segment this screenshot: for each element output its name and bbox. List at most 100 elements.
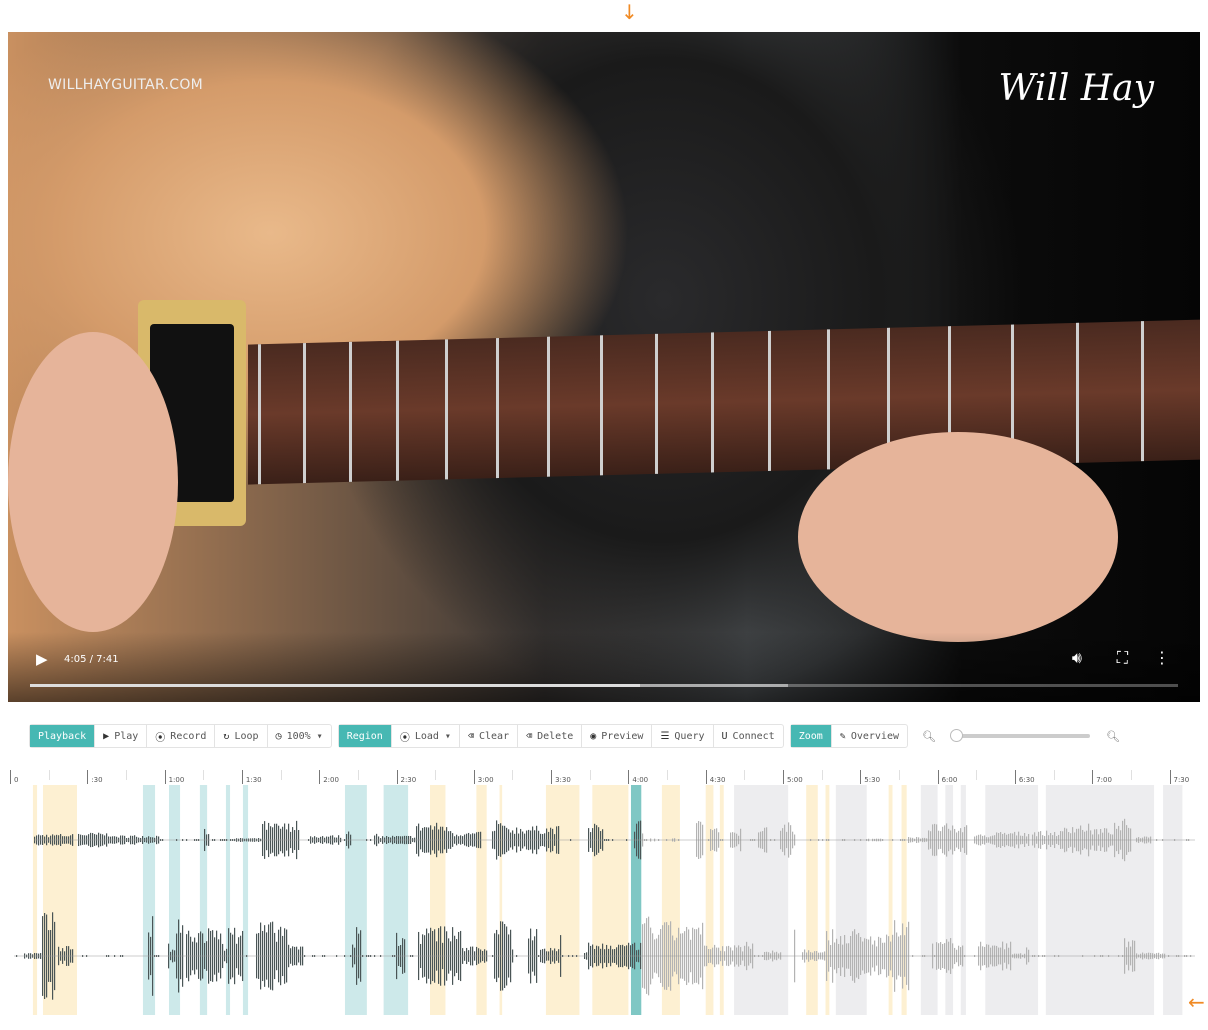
video-progress-bar[interactable]: [30, 684, 1178, 687]
playback-mode-button[interactable]: Playback: [30, 725, 96, 747]
time-tick: 1:30: [241, 770, 262, 784]
loop-button[interactable]: ↻ Loop: [215, 725, 268, 747]
time-tick: 6:00: [937, 770, 957, 784]
load-button[interactable]: ⦿ Load ▾: [392, 725, 460, 747]
delete-button[interactable]: ⌫ Delete: [518, 725, 583, 747]
region-mode-button[interactable]: Region: [338, 725, 392, 747]
video-time: 4:05 / 7:41: [64, 654, 119, 665]
fret: [654, 333, 658, 474]
region-gray[interactable]: [985, 785, 1039, 1015]
time-tick: 1:00: [164, 770, 184, 784]
time-tick: 4:00: [628, 770, 648, 784]
region-yellow[interactable]: [888, 785, 893, 1015]
preview-button[interactable]: ◉ Preview: [582, 725, 653, 747]
region-teal[interactable]: [242, 785, 249, 1015]
magnet-icon: U: [721, 730, 728, 742]
region-yellow[interactable]: [32, 785, 38, 1015]
volume-icon[interactable]: 🔊︎: [1072, 648, 1082, 668]
minor-tick: [512, 770, 514, 780]
overview-button[interactable]: ✎ Overview: [832, 725, 907, 747]
region-gray[interactable]: [960, 785, 966, 1015]
zoom-group: Zoom ✎ Overview: [789, 724, 908, 748]
play-button[interactable]: ▶ Play: [95, 725, 148, 747]
region-gray[interactable]: [920, 785, 938, 1015]
timeline[interactable]: 0:30 1:00 1:30 2:00 2:30 3:00 3:30 4:00 4:30 5:00…: [0, 765, 1208, 1025]
region-teal[interactable]: [142, 785, 156, 1015]
button-label: Overview: [850, 730, 899, 742]
region-gray[interactable]: [1045, 785, 1155, 1015]
minor-tick: [667, 770, 669, 780]
time-tick: 5:00: [783, 770, 803, 784]
marker-arrow-down-icon: ↓: [621, 0, 638, 24]
minor-tick: [898, 770, 900, 780]
waveform[interactable]: [0, 785, 1208, 1015]
region-yellow[interactable]: [806, 785, 818, 1015]
video-player[interactable]: WILLHAYGUITAR.COM Will Hay ▶ 4:05 / 7:41…: [8, 32, 1200, 702]
logo: Will Hay: [998, 68, 1154, 109]
fret: [826, 329, 830, 470]
zoom-out-icon[interactable]: 🔍︎: [922, 730, 936, 743]
fret: [768, 330, 771, 471]
button-label: Play: [114, 730, 139, 742]
zoom-slider[interactable]: [949, 729, 1090, 742]
fretting-hand: [798, 432, 1118, 642]
video-controls: ▶ 4:05 / 7:41 🔊︎ ⛶ ⋮: [8, 632, 1200, 702]
minor-tick: [1130, 770, 1132, 780]
connect-button[interactable]: U Connect: [714, 725, 783, 747]
zoom-mode-button[interactable]: Zoom: [790, 725, 832, 747]
record-button[interactable]: ⦿ Record: [147, 725, 216, 747]
region-yellow[interactable]: [719, 785, 724, 1015]
clear-icon: ⌫: [467, 730, 474, 742]
region-yellow[interactable]: [705, 785, 714, 1015]
minor-tick: [821, 770, 823, 780]
time-tick: :30: [87, 770, 103, 784]
time-tick: 0: [10, 770, 18, 784]
time-tick: 3:00: [473, 770, 494, 784]
clock-icon: ◷: [275, 730, 282, 742]
region-teal[interactable]: [344, 785, 367, 1015]
region-gray[interactable]: [835, 785, 867, 1015]
fullscreen-icon[interactable]: ⛶: [1117, 648, 1128, 668]
minor-tick: [203, 770, 205, 780]
region-gray[interactable]: [945, 785, 954, 1015]
region-yellow[interactable]: [592, 785, 629, 1015]
region-yellow[interactable]: [476, 785, 487, 1015]
played-bar: [30, 684, 641, 687]
fret: [547, 336, 551, 477]
time-tick: 6:30: [1014, 770, 1035, 784]
time-tick: 4:30: [705, 770, 725, 784]
zoom-slider-knob[interactable]: [949, 729, 963, 742]
query-icon: ☰: [660, 730, 670, 742]
speed-dropdown[interactable]: ◷ 100% ▾: [268, 725, 331, 747]
region-group: Region ⦿ Load ▾ ⌫ Clear ⌫ Delete ◉ Preview ☰ Query…: [337, 724, 784, 748]
region-teal[interactable]: [225, 785, 231, 1015]
clear-button[interactable]: ⌫ Clear: [460, 725, 519, 747]
button-label: Clear: [478, 730, 510, 742]
region-gray[interactable]: [734, 785, 789, 1015]
fret: [495, 338, 499, 479]
region-gray[interactable]: [1163, 785, 1183, 1015]
button-label: Record: [170, 730, 207, 742]
eye-icon: ◉: [590, 730, 597, 742]
playback-group: Playback ▶ Play ⦿ Record ↻ Loop ◷ 100% ▾: [29, 724, 332, 748]
query-button[interactable]: ☰ Query: [652, 725, 714, 747]
region-yellow[interactable]: [545, 785, 580, 1015]
time-tick: 5:30: [860, 770, 880, 784]
button-label: Query: [674, 730, 705, 742]
region-current[interactable]: [630, 785, 642, 1015]
play-icon[interactable]: ▶: [36, 650, 48, 668]
zoom-in-icon[interactable]: 🔍︎: [1106, 730, 1120, 743]
fret: [600, 335, 604, 476]
button-label: Preview: [601, 730, 644, 742]
minor-tick: [280, 770, 282, 780]
play-icon: ▶: [103, 730, 110, 742]
time-tick: 7:00: [1092, 770, 1112, 784]
region-teal[interactable]: [383, 785, 409, 1015]
minor-tick: [125, 770, 127, 780]
picking-hand: [8, 332, 178, 632]
time-tick: 2:30: [396, 770, 416, 784]
marker-arrow-left-icon: ←: [1188, 990, 1205, 1014]
pencil-icon: ✎: [839, 730, 846, 742]
more-vert-icon[interactable]: ⋮: [1154, 648, 1170, 667]
load-icon: ⦿: [399, 732, 410, 744]
